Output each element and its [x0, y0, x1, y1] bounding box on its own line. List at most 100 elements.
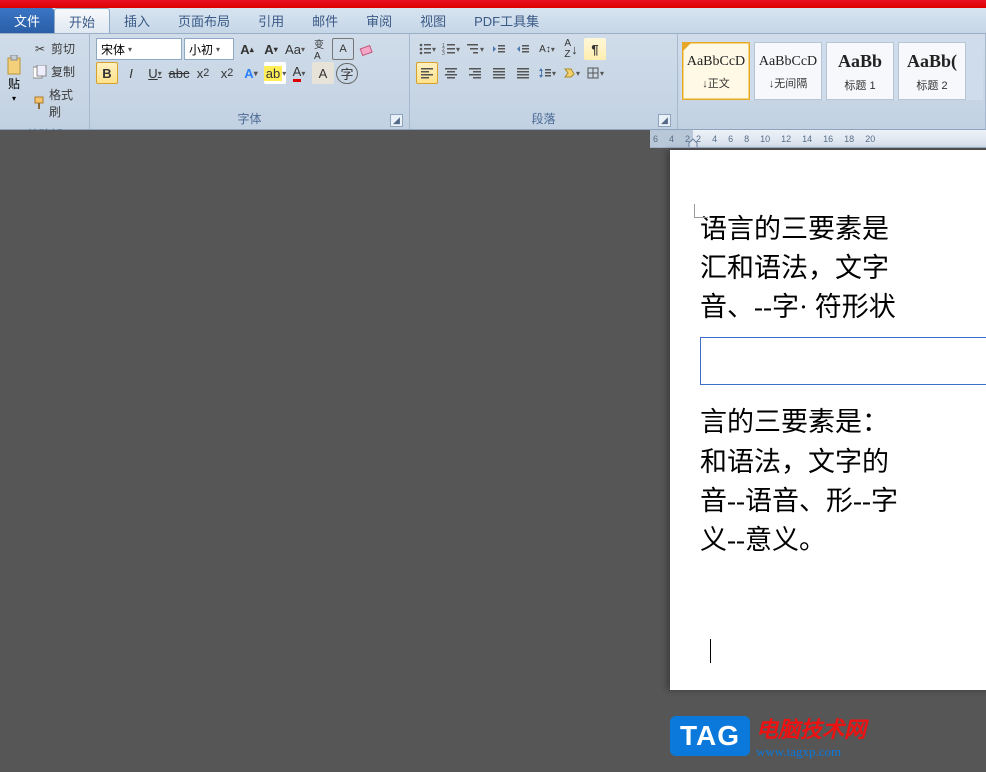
highlight-button[interactable]: ab▾ [264, 62, 286, 84]
ruler-tick: 14 [802, 134, 812, 144]
tab-home[interactable]: 开始 [54, 8, 110, 33]
char-shading-button[interactable]: A [312, 62, 334, 84]
justify-button[interactable] [488, 62, 510, 84]
subscript-button[interactable]: x2 [192, 62, 214, 84]
shrink-font-button[interactable]: A▾ [260, 38, 282, 60]
distributed-button[interactable] [512, 62, 534, 84]
tab-references[interactable]: 引用 [244, 8, 298, 33]
ruler-tick: 8 [744, 134, 749, 144]
paste-dd[interactable]: ▾ [6, 94, 22, 103]
align-center-button[interactable] [440, 62, 462, 84]
format-painter-button[interactable]: 格式刷 [28, 84, 83, 122]
chevron-down-icon: ▾ [216, 45, 220, 54]
bold-button[interactable]: B [96, 62, 118, 84]
underline-button[interactable]: U▾ [144, 62, 166, 84]
style-name-label: ↓正文 [702, 75, 730, 91]
tab-review[interactable]: 审阅 [352, 8, 406, 33]
text-line: 汇和语法，文字 [700, 249, 986, 288]
change-case-button[interactable]: Aa▾ [284, 38, 306, 60]
copy-icon [32, 64, 48, 80]
strikethrough-button[interactable]: abc [168, 62, 190, 84]
font-size-select[interactable]: 小初▾ [184, 38, 234, 60]
tab-mail[interactable]: 邮件 [298, 8, 352, 33]
horizontal-ruler[interactable]: 6 4 2 2 4 6 8 10 12 14 16 18 20 [650, 130, 986, 148]
brush-icon [32, 95, 46, 111]
text-line: 音--语音、形--字 [700, 482, 986, 521]
watermark-url: www.tagxp.com [756, 744, 866, 760]
document-page[interactable]: 语言的三要素是 汇和语法，文字 音、--字· 符形状 言的三要素是： 和语法，文… [670, 150, 986, 690]
margin-corner-icon [694, 204, 708, 218]
paragraph-2[interactable]: 言的三要素是： 和语法，文字的 音--语音、形--字 义--意义。 [700, 403, 986, 560]
bullets-button[interactable]: ▾ [416, 38, 438, 60]
ruler-tick: 20 [865, 134, 875, 144]
numbering-button[interactable]: 123▾ [440, 38, 462, 60]
group-paragraph: ▾ 123▾ ▾ A↕▾ AZ↓ ¶ ▾ ▾ ▾ 段落◢ [410, 34, 678, 129]
borders-button[interactable]: ▾ [584, 62, 606, 84]
ruler-tick: 18 [844, 134, 854, 144]
font-color-button[interactable]: A▾ [288, 62, 310, 84]
file-menu[interactable]: 文件 [0, 8, 54, 33]
font-group-label: 字体 [237, 110, 261, 127]
tab-layout[interactable]: 页面布局 [164, 8, 244, 33]
style-heading1[interactable]: AaBb 标题 1 [826, 42, 894, 100]
increase-indent-button[interactable] [512, 38, 534, 60]
font-size-value: 小初 [189, 41, 213, 58]
tab-view[interactable]: 视图 [406, 8, 460, 33]
text-line: 和语法，文字的 [700, 443, 986, 482]
sort-button[interactable]: AZ↓ [560, 38, 582, 60]
paragraph-1[interactable]: 语言的三要素是 汇和语法，文字 音、--字· 符形状 [700, 210, 986, 327]
scissors-icon: ✂ [32, 41, 48, 57]
tab-insert[interactable]: 插入 [110, 8, 164, 33]
copy-button[interactable]: 复制 [28, 61, 83, 82]
decrease-indent-button[interactable] [488, 38, 510, 60]
style-preview-text: AaBbCcD [685, 52, 747, 72]
style-name-label: 标题 2 [916, 77, 947, 93]
cut-button[interactable]: ✂剪切 [28, 38, 83, 59]
paragraph-launcher[interactable]: ◢ [658, 114, 671, 127]
copy-label: 复制 [51, 63, 75, 80]
show-marks-button[interactable]: ¶ [584, 38, 606, 60]
italic-button[interactable]: I [120, 62, 142, 84]
ruler-tick: 10 [760, 134, 770, 144]
char-border-button[interactable]: A [332, 38, 354, 60]
font-name-select[interactable]: 宋体▾ [96, 38, 182, 60]
text-direction-button[interactable]: A↕▾ [536, 38, 558, 60]
document-area: 6 4 2 2 4 6 8 10 12 14 16 18 20 语言的三要素是 … [0, 130, 986, 770]
style-no-spacing[interactable]: AaBbCcD ↓无间隔 [754, 42, 822, 100]
menu-bar: 文件 开始 插入 页面布局 引用 邮件 审阅 视图 PDF工具集 [0, 8, 986, 34]
ruler-tick: 6 [728, 134, 733, 144]
font-launcher[interactable]: ◢ [390, 114, 403, 127]
svg-text:3: 3 [442, 51, 445, 56]
text-line: 义--意义。 [700, 521, 986, 560]
style-name-label: ↓无间隔 [769, 75, 808, 91]
style-preview-text: AaBb [836, 49, 884, 74]
phonetic-guide-button[interactable]: 变A [308, 38, 330, 60]
line-spacing-button[interactable]: ▾ [536, 62, 558, 84]
cut-label: 剪切 [51, 40, 75, 57]
selected-indicator-icon [683, 43, 691, 51]
text-cursor-icon [710, 636, 711, 660]
grow-font-button[interactable]: A▴ [236, 38, 258, 60]
style-normal[interactable]: AaBbCcD ↓正文 [682, 42, 750, 100]
format-painter-label: 格式刷 [49, 86, 79, 120]
clear-format-button[interactable] [356, 38, 378, 60]
align-left-button[interactable] [416, 62, 438, 84]
paste-label: 贴 [6, 75, 22, 92]
text-line: 语言的三要素是 [700, 210, 986, 249]
multilevel-button[interactable]: ▾ [464, 38, 486, 60]
superscript-button[interactable]: x2 [216, 62, 238, 84]
style-preview-text: AaBbCcD [757, 52, 819, 72]
tab-pdf[interactable]: PDF工具集 [460, 8, 553, 33]
style-heading2[interactable]: AaBb( 标题 2 [898, 42, 966, 100]
styles-gallery: AaBbCcD ↓正文 AaBbCcD ↓无间隔 AaBb 标题 1 AaBb(… [680, 38, 983, 100]
enclose-char-button[interactable]: 字 [336, 62, 358, 84]
align-right-button[interactable] [464, 62, 486, 84]
ruler-tick: 4 [669, 134, 674, 144]
paste-icon[interactable] [6, 57, 22, 73]
ruler-tick: 12 [781, 134, 791, 144]
selected-text-box[interactable] [700, 337, 986, 385]
watermark-title: 电脑技术网 [756, 712, 866, 744]
group-font: 宋体▾ 小初▾ A▴ A▾ Aa▾ 变A A B I U▾ abc x2 x2 … [90, 34, 410, 129]
text-effects-button[interactable]: A▾ [240, 62, 262, 84]
shading-button[interactable]: ▾ [560, 62, 582, 84]
